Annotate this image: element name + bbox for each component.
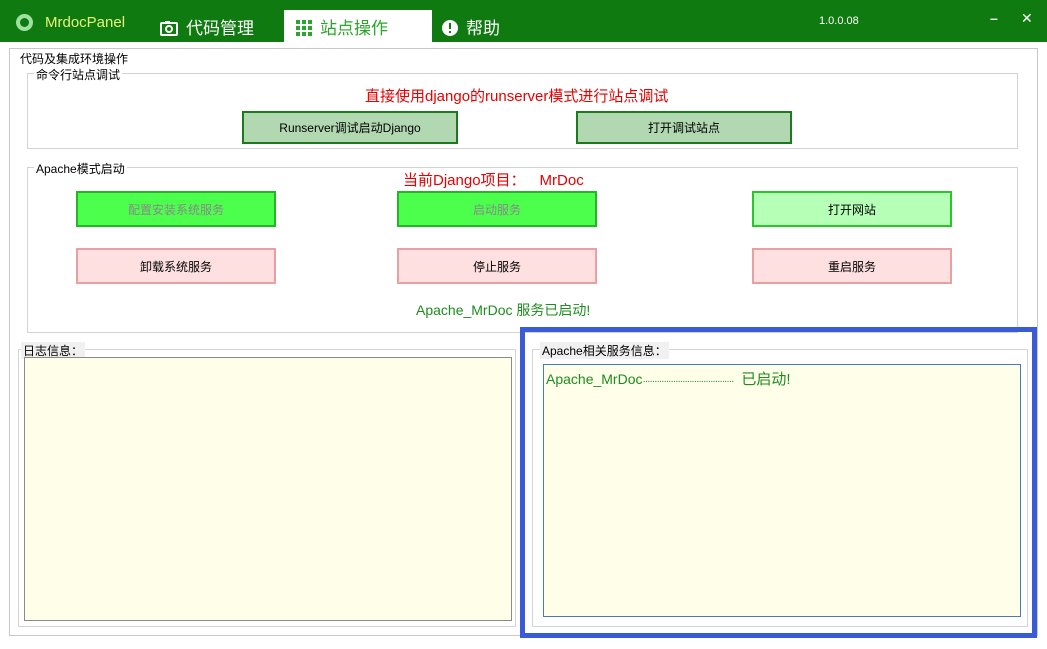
open-website-button[interactable]: 打开网站 [752, 191, 952, 227]
restart-service-button[interactable]: 重启服务 [752, 248, 952, 284]
version-label: 1.0.0.08 [819, 15, 859, 27]
app-logo-icon [16, 14, 33, 31]
cli-debug-hint: 直接使用django的runserver模式进行站点调试 [365, 88, 669, 105]
current-project-label: 当前Django项目： [403, 172, 526, 189]
apache-legend: Apache模式启动 [34, 160, 127, 177]
uninstall-service-button[interactable]: 卸载系统服务 [76, 248, 276, 284]
tab-site-label: 站点操作 [320, 19, 388, 38]
close-button[interactable]: ✕ [1021, 10, 1033, 27]
configure-service-button[interactable]: 配置安装系统服务 [76, 191, 276, 227]
open-debug-site-button[interactable]: 打开调试站点 [576, 111, 792, 144]
tab-help[interactable]: 帮助 [442, 10, 532, 42]
exclamation-circle-icon [442, 20, 458, 41]
cli-debug-legend: 命令行站点调试 [34, 66, 123, 83]
grid-icon [296, 20, 312, 41]
log-textarea[interactable] [24, 357, 512, 621]
current-project-line: 当前Django项目： MrDoc [403, 169, 584, 190]
tab-code-label: 代码管理 [186, 19, 254, 38]
main-group-title: 代码及集成环境操作 [18, 50, 131, 67]
camera-icon [160, 20, 178, 41]
minimize-button[interactable]: – [990, 10, 998, 26]
current-project-value: MrDoc [539, 172, 584, 189]
highlight-frame [520, 327, 1037, 638]
title-bar: MrdocPanel 代码管理 站点操作 帮助 1.0.0.08 – ✕ [0, 0, 1047, 42]
runserver-button[interactable]: Runserver调试启动Django [242, 111, 458, 144]
tab-code-management[interactable]: 代码管理 [160, 10, 280, 42]
tab-site-operations[interactable]: 站点操作 [284, 10, 432, 42]
stop-service-button[interactable]: 停止服务 [397, 248, 597, 284]
tab-help-label: 帮助 [466, 19, 500, 38]
app-name: MrdocPanel [45, 14, 126, 31]
apache-status-text: Apache_MrDoc 服务已启动! [416, 302, 591, 318]
start-service-button[interactable]: 启动服务 [397, 191, 597, 227]
